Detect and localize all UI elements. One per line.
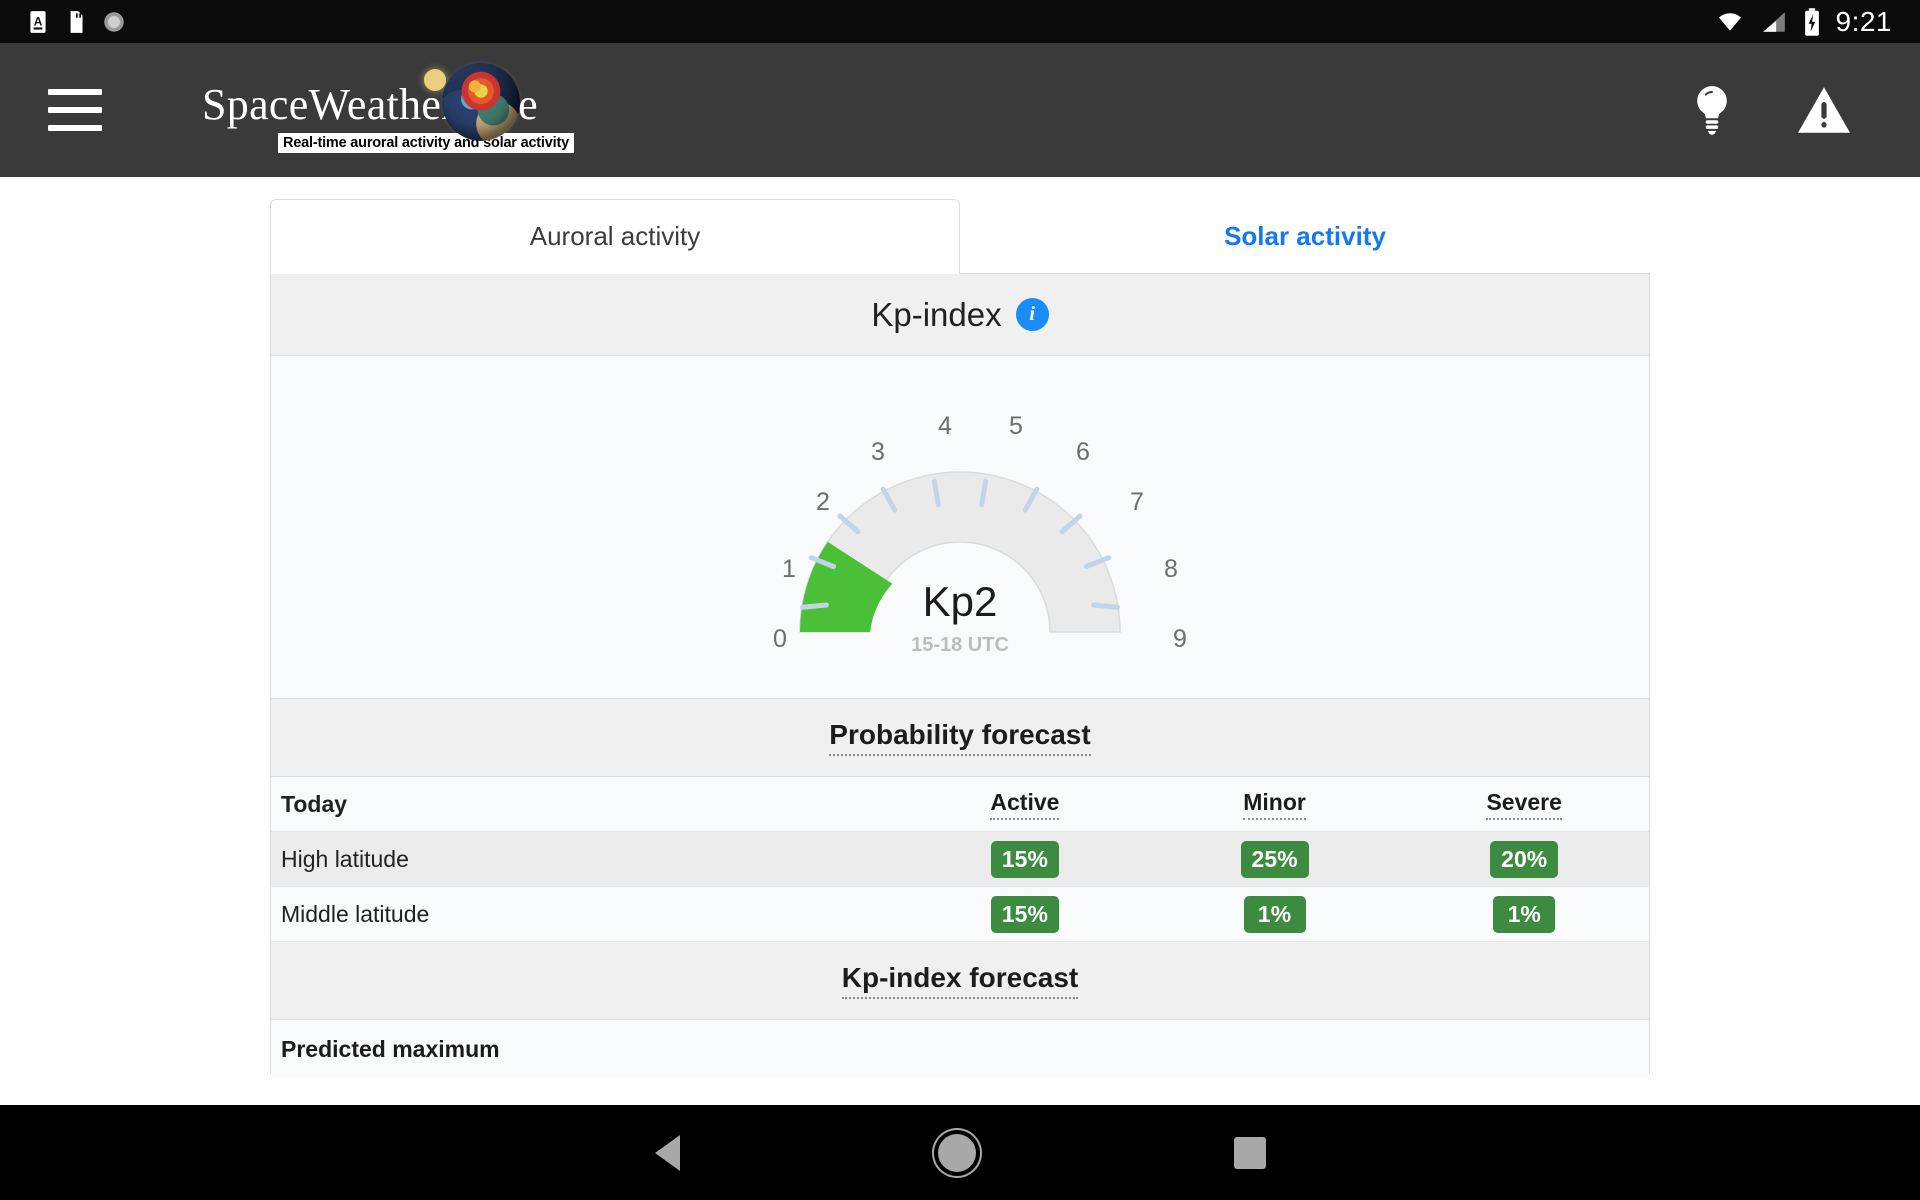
svg-text:3: 3 bbox=[871, 438, 885, 466]
column-header-today: Today bbox=[281, 790, 348, 817]
cellular-signal-icon bbox=[1762, 11, 1785, 32]
battery-charging-icon bbox=[1804, 7, 1819, 36]
aurora-globe-icon bbox=[442, 63, 520, 141]
wifi-icon bbox=[1718, 12, 1741, 31]
recents-square-icon[interactable] bbox=[1233, 1136, 1266, 1169]
sd-card-icon bbox=[70, 10, 83, 33]
kp-index-gauge: 0 1 2 3 4 5 6 7 8 9 bbox=[773, 412, 1187, 653]
app-logo-tagline: Real-time auroral activity and solar act… bbox=[278, 133, 574, 153]
back-triangle-icon[interactable] bbox=[654, 1134, 680, 1171]
home-circle-icon[interactable] bbox=[937, 1133, 976, 1172]
svg-text:8: 8 bbox=[1164, 555, 1178, 583]
status-bar-system-icons: 9:21 bbox=[1714, 6, 1893, 38]
app-notification-icon: A bbox=[30, 10, 46, 33]
header-action-icons bbox=[1690, 84, 1852, 136]
probability-forecast-header: Probability forecast bbox=[271, 699, 1649, 777]
kp-index-forecast-header: Kp-index forecast bbox=[271, 942, 1649, 1020]
probability-table-header-row: Today Active Minor Severe bbox=[271, 777, 1649, 832]
svg-text:6: 6 bbox=[1076, 438, 1090, 466]
svg-text:0: 0 bbox=[773, 625, 787, 653]
lightbulb-icon[interactable] bbox=[1690, 84, 1734, 136]
loading-spinner-icon bbox=[104, 11, 124, 32]
info-icon[interactable]: i bbox=[1015, 298, 1049, 331]
status-badge: 15% bbox=[990, 895, 1059, 933]
android-navigation-bar bbox=[0, 1105, 1920, 1200]
kp-index-forecast-title: Kp-index forecast bbox=[841, 962, 1079, 999]
app-header-bar: SpaceWeatherLive Real-time auroral activ… bbox=[0, 43, 1920, 177]
predicted-maximum-label: Predicted maximum bbox=[281, 1035, 500, 1062]
svg-text:1: 1 bbox=[782, 555, 796, 583]
kp-index-card: Kp-index i 0 1 2 3 4 5 6 7 8 9 Kp2 15-18… bbox=[270, 274, 1650, 1078]
svg-text:7: 7 bbox=[1130, 488, 1144, 516]
sun-dot-icon bbox=[424, 69, 446, 91]
svg-text:2: 2 bbox=[816, 488, 830, 516]
page-title: Kp-index bbox=[871, 295, 1002, 333]
status-bar-clock: 9:21 bbox=[1835, 5, 1892, 37]
gauge-value-text: Kp2 bbox=[922, 578, 998, 625]
table-row: Middle latitude 15% 1% 1% bbox=[271, 887, 1649, 942]
row-label-high-latitude: High latitude bbox=[281, 845, 409, 872]
column-header-severe: Severe bbox=[1486, 789, 1562, 820]
predicted-maximum-row: Predicted maximum bbox=[271, 1020, 1649, 1078]
page-content: Auroral activity Solar activity Kp-index… bbox=[0, 177, 1920, 1105]
hamburger-menu-icon[interactable] bbox=[48, 89, 102, 131]
svg-text:9: 9 bbox=[1173, 625, 1187, 653]
kp-index-card-header: Kp-index i bbox=[271, 274, 1649, 356]
column-header-active: Active bbox=[990, 789, 1060, 820]
app-logo[interactable]: SpaceWeatherLive Real-time auroral activ… bbox=[202, 55, 574, 165]
table-row: High latitude 15% 25% 20% bbox=[271, 832, 1649, 887]
gauge-period-text: 15-18 UTC bbox=[911, 634, 1009, 656]
status-badge: 25% bbox=[1240, 840, 1309, 878]
svg-text:5: 5 bbox=[1009, 412, 1023, 440]
status-badge: 1% bbox=[1243, 895, 1306, 933]
warning-triangle-icon[interactable] bbox=[1796, 84, 1852, 136]
svg-text:4: 4 bbox=[938, 412, 952, 440]
svg-text:A: A bbox=[34, 14, 43, 28]
probability-forecast-title: Probability forecast bbox=[829, 719, 1091, 756]
kp-index-gauge-panel: 0 1 2 3 4 5 6 7 8 9 Kp2 15-18 UTC bbox=[271, 356, 1649, 699]
status-badge: 20% bbox=[1490, 840, 1559, 878]
row-label-middle-latitude: Middle latitude bbox=[281, 900, 430, 927]
status-badge: 1% bbox=[1493, 895, 1556, 933]
tab-solar-activity[interactable]: Solar activity bbox=[960, 199, 1650, 274]
tab-auroral-activity[interactable]: Auroral activity bbox=[270, 199, 960, 274]
activity-tabs: Auroral activity Solar activity bbox=[270, 199, 1650, 274]
android-status-bar: A 9:21 bbox=[0, 0, 1920, 43]
status-badge: 15% bbox=[990, 840, 1059, 878]
column-header-minor: Minor bbox=[1243, 789, 1306, 820]
status-bar-notification-icons: A bbox=[25, 9, 127, 35]
